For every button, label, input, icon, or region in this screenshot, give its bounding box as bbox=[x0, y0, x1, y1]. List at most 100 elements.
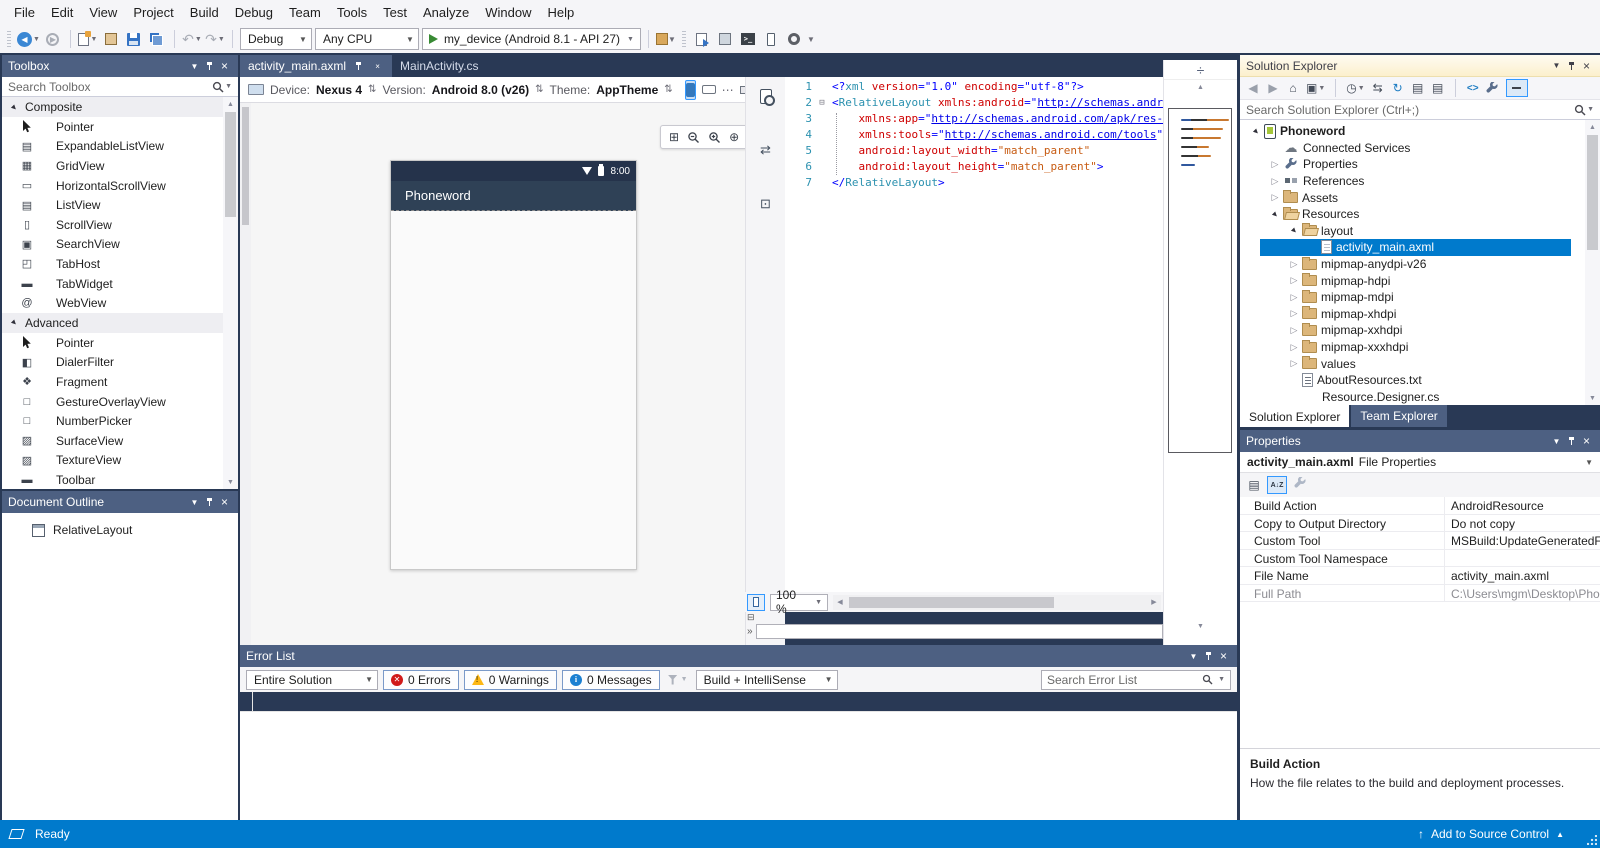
code-text[interactable]: xmlns:tools="http://schemas.android.com/… bbox=[832, 127, 1163, 143]
toolbar-overflow-icon[interactable]: ▼ bbox=[807, 35, 815, 44]
toolbox-item-gridview[interactable]: ▦GridView bbox=[2, 156, 223, 176]
property-value[interactable]: C:\Users\mgm\Desktop\Phonew bbox=[1445, 585, 1600, 602]
menu-item-view[interactable]: View bbox=[81, 0, 125, 25]
scroll-down-icon[interactable]: ▼ bbox=[1164, 619, 1237, 633]
expander-icon[interactable]: ▷ bbox=[1288, 342, 1300, 353]
menu-item-project[interactable]: Project bbox=[125, 0, 181, 25]
scroll-down-icon[interactable]: ▼ bbox=[1585, 391, 1600, 405]
pending-changes-filter-button[interactable]: ◷▼ bbox=[1346, 80, 1364, 96]
tab-activity-main-axml[interactable]: activity_main.axml× bbox=[240, 55, 392, 77]
forward-button[interactable]: ▶ bbox=[1266, 80, 1280, 96]
close-icon[interactable]: × bbox=[1579, 434, 1594, 449]
tree-item-mipmap-mdpi[interactable]: ▷mipmap-mdpi bbox=[1240, 289, 1585, 306]
expander-icon[interactable]: ▼ bbox=[1249, 124, 1264, 139]
tab-mainactivity-cs[interactable]: MainActivity.cs bbox=[392, 55, 486, 77]
breadcrumb-box[interactable] bbox=[756, 624, 1163, 639]
pin-icon[interactable] bbox=[202, 495, 217, 510]
toolbox-search-input[interactable]: Search Toolbox ▼ bbox=[2, 77, 238, 97]
pin-icon[interactable] bbox=[1564, 58, 1579, 73]
property-value[interactable]: activity_main.axml bbox=[1445, 567, 1600, 584]
tree-item-mipmap-xhdpi[interactable]: ▷mipmap-xhdpi bbox=[1240, 306, 1585, 323]
toolbox-item-gestureoverlayview[interactable]: □GestureOverlayView bbox=[2, 392, 223, 412]
error-list-header[interactable]: Error List ▼ × bbox=[240, 645, 1237, 667]
scrollbar-thumb[interactable] bbox=[242, 107, 249, 225]
scroll-up-icon[interactable]: ▲ bbox=[1164, 80, 1237, 94]
toolbox-section-composite[interactable]: ▼Composite bbox=[2, 97, 223, 117]
toolbox-item-horizontalscrollview[interactable]: ▭HorizontalScrollView bbox=[2, 176, 223, 196]
minimap-viewport[interactable] bbox=[1168, 108, 1232, 453]
landscape-orientation-button[interactable] bbox=[702, 80, 716, 100]
code-text[interactable]: </RelativeLayout> bbox=[832, 175, 1163, 191]
back-button[interactable]: ◀ bbox=[1246, 80, 1260, 96]
toolbox-item-tabwidget[interactable]: ▬TabWidget bbox=[2, 274, 223, 294]
xml-source-editor[interactable]: 1<?xml version="1.0" encoding="utf-8"?>2… bbox=[785, 77, 1163, 592]
tree-item-connected-services[interactable]: ☁Connected Services bbox=[1240, 140, 1585, 157]
close-icon[interactable]: × bbox=[1216, 649, 1231, 664]
menu-item-edit[interactable]: Edit bbox=[43, 0, 81, 25]
solution-explorer-search-input[interactable]: Search Solution Explorer (Ctrl+;) ▼ bbox=[1240, 100, 1600, 120]
alphabetical-sort-button[interactable]: A↓Z bbox=[1267, 476, 1287, 494]
tree-item-mipmap-hdpi[interactable]: ▷mipmap-hdpi bbox=[1240, 272, 1585, 289]
warnings-filter-button[interactable]: 0 Warnings bbox=[464, 670, 557, 690]
chevrons-icon[interactable]: » bbox=[747, 626, 753, 637]
close-icon[interactable]: × bbox=[217, 59, 232, 74]
zoom-in-icon[interactable] bbox=[708, 131, 721, 144]
save-all-button[interactable] bbox=[147, 28, 167, 50]
toolbox-item-textureview[interactable]: ▨TextureView bbox=[2, 451, 223, 471]
fold-margin[interactable]: ⊟ bbox=[812, 95, 832, 111]
close-icon[interactable]: × bbox=[217, 495, 232, 510]
expander-icon[interactable]: ▷ bbox=[1288, 308, 1300, 319]
solution-explorer-scrollbar[interactable]: ▲ ▼ bbox=[1585, 120, 1600, 405]
categorized-button[interactable]: ▤ bbox=[1246, 478, 1262, 492]
home-button[interactable]: ⌂ bbox=[1286, 80, 1300, 96]
window-position-icon[interactable]: ▼ bbox=[1186, 649, 1201, 664]
properties-object-selector[interactable]: activity_main.axml File Properties ▼ bbox=[1240, 452, 1600, 473]
scroll-left-icon[interactable]: ◀ bbox=[833, 595, 847, 610]
toolbox-item-dialerfilter[interactable]: ◧DialerFilter bbox=[2, 353, 223, 373]
preview-selected-items-button[interactable] bbox=[1506, 79, 1528, 97]
expander-icon[interactable]: ▷ bbox=[1269, 176, 1281, 187]
start-debugging-button[interactable]: my_device (Android 8.1 - API 27)▼ bbox=[422, 28, 641, 50]
device-spinner[interactable]: ⇅ bbox=[368, 84, 376, 95]
menu-item-debug[interactable]: Debug bbox=[227, 0, 281, 25]
tab-solution-explorer[interactable]: Solution Explorer bbox=[1240, 405, 1349, 427]
navigate-back-button[interactable]: ◀▼ bbox=[17, 28, 40, 50]
pin-icon[interactable] bbox=[352, 59, 365, 74]
android-sdk-manager-button[interactable] bbox=[715, 28, 735, 50]
tree-item-mipmap-xxhdpi[interactable]: ▷mipmap-xxhdpi bbox=[1240, 322, 1585, 339]
expander-icon[interactable]: ▷ bbox=[1288, 325, 1300, 336]
tree-item-references[interactable]: ▷References bbox=[1240, 173, 1585, 190]
properties-header[interactable]: Properties ▼ × bbox=[1240, 430, 1600, 452]
toolbox-item-listview[interactable]: ▤ListView bbox=[2, 195, 223, 215]
pin-icon[interactable] bbox=[1201, 649, 1216, 664]
solution-configuration-dropdown[interactable]: Debug▼ bbox=[240, 28, 312, 50]
toolbar-grip[interactable] bbox=[7, 31, 11, 47]
property-pages-button[interactable] bbox=[1292, 477, 1308, 493]
code-text[interactable]: <RelativeLayout xmlns:android="http://sc… bbox=[832, 95, 1163, 111]
scroll-up-icon[interactable]: ▲ bbox=[223, 97, 238, 111]
messages-filter-button[interactable]: i0 Messages bbox=[562, 670, 660, 690]
tree-item-resources[interactable]: ▼Resources bbox=[1240, 206, 1585, 223]
split-window-handle[interactable]: ÷ bbox=[1164, 60, 1237, 80]
toolbox-header[interactable]: Toolbox ▼ × bbox=[2, 55, 238, 77]
editor-horizontal-scrollbar[interactable]: ◀ ▶ bbox=[833, 595, 1161, 610]
close-icon[interactable]: × bbox=[1579, 58, 1594, 73]
designer-canvas[interactable]: 8:00 Phoneword ⊞ ⊕ bbox=[240, 103, 745, 645]
version-spinner[interactable]: ⇅ bbox=[535, 84, 543, 95]
collapse-all-icon[interactable]: ⊟ bbox=[747, 612, 755, 623]
toolbar-grip[interactable] bbox=[682, 31, 686, 47]
designer-scrollbar[interactable] bbox=[240, 103, 251, 645]
device-manager-button[interactable] bbox=[761, 28, 781, 50]
toolbox-section-advanced[interactable]: ▼Advanced bbox=[2, 313, 223, 333]
collapse-pane-icon[interactable]: ⊡ bbox=[760, 196, 771, 212]
window-position-icon[interactable]: ▼ bbox=[1549, 434, 1564, 449]
toolbox-item-webview[interactable]: @WebView bbox=[2, 293, 223, 313]
code-minimap-scrollbar[interactable]: ÷ ▲ ▼ bbox=[1163, 60, 1237, 645]
tree-item-aboutresources-txt[interactable]: AboutResources.txt bbox=[1240, 372, 1585, 389]
resize-grip[interactable] bbox=[1587, 835, 1597, 845]
expander-icon[interactable]: ▷ bbox=[1269, 159, 1281, 170]
attach-button[interactable]: ▼ bbox=[656, 28, 676, 50]
nest-files-button[interactable]: ▤ bbox=[1411, 80, 1425, 96]
android-adb-console-button[interactable]: >_ bbox=[738, 28, 758, 50]
collapse-all-button[interactable]: ▣▼ bbox=[1306, 80, 1325, 96]
